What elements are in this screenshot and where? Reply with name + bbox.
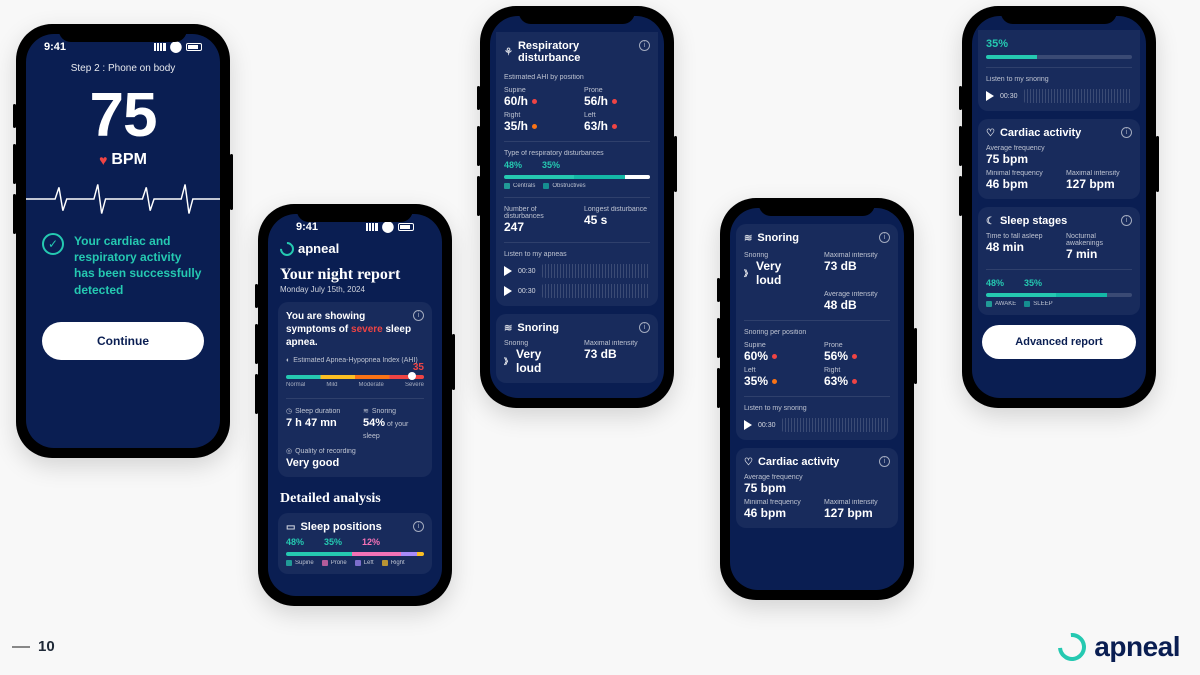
info-icon[interactable]: i	[879, 456, 890, 467]
play-icon[interactable]	[504, 286, 512, 296]
detailed-title: Detailed analysis	[278, 485, 432, 513]
snoring-bar	[986, 55, 1132, 59]
battery-icon	[398, 223, 414, 231]
ahi-by-position: Supine60/h Prone56/h Right35/h Left63/h	[504, 87, 650, 133]
symptom-text: You are showing symptoms of severe sleep…	[286, 310, 424, 349]
confirmation: ✓ Your cardiac and respiratory activity …	[26, 223, 220, 308]
disturbance-type-bar	[504, 175, 650, 179]
play-icon[interactable]	[504, 266, 512, 276]
snore-icon: ≋	[744, 233, 752, 244]
phone-2: 9:41 ⬤ apneal Your night report Monday J…	[258, 204, 452, 606]
stat-quality: ◎Quality of recordingVery good	[286, 447, 424, 469]
play-icon[interactable]	[986, 91, 994, 101]
audio-player[interactable]: 00:30	[504, 264, 650, 278]
brand-footer: apneal	[1058, 631, 1180, 663]
brand-name: apneal	[1094, 631, 1180, 663]
ahi-ticks: NormalMildModerateSevere	[286, 382, 424, 388]
info-icon[interactable]: i	[1121, 127, 1132, 138]
step-label: Step 2 : Phone on body	[26, 63, 220, 74]
snore-icon: ≋	[363, 407, 369, 415]
respiratory-card: i ⚘Respiratory disturbance Estimated AHI…	[496, 32, 658, 306]
audio-player[interactable]: 00:30	[986, 89, 1132, 103]
battery-icon	[186, 43, 202, 51]
positions-legend: Supine Prone Left Right	[286, 560, 424, 566]
signal-icon	[366, 223, 378, 231]
stat-snoring: ≋Snoring54% of your sleep	[363, 407, 424, 441]
confirmation-text: Your cardiac and respiratory activity ha…	[74, 233, 204, 298]
snoring-card: i ≋Snoring Snoring》Very loud Maximal int…	[736, 224, 898, 440]
ahi-bar	[286, 375, 424, 379]
ecg-waveform	[26, 175, 220, 223]
brand-logo-icon	[1053, 627, 1092, 666]
phone-4: i ≋Snoring Snoring》Very loud Maximal int…	[720, 198, 914, 600]
info-icon[interactable]: i	[639, 322, 650, 333]
waveform	[782, 418, 890, 432]
sound-icon: 》	[744, 268, 752, 279]
positions-card: i ▭Sleep positions 48% 35% 12% Supine Pr…	[278, 513, 432, 574]
phone-1: 9:41 ⬤ Step 2 : Phone on body 75 ♥BPM ✓ …	[16, 24, 230, 458]
heart-icon: ♥	[99, 152, 107, 168]
positions-bar	[286, 552, 424, 556]
stages-bar	[986, 293, 1132, 297]
stages-card: i ☾Sleep stages Time to fall asleep48 mi…	[978, 207, 1140, 315]
continue-button[interactable]: Continue	[42, 322, 204, 360]
snore-icon: ≋	[504, 323, 512, 334]
summary-card: i You are showing symptoms of severe sle…	[278, 302, 432, 477]
audio-player[interactable]: 00:30	[504, 284, 650, 298]
info-icon[interactable]: i	[413, 521, 424, 532]
play-icon[interactable]	[744, 420, 752, 430]
info-icon[interactable]: i	[1121, 215, 1132, 226]
heart-icon: ♡	[744, 457, 753, 468]
quality-icon: ◎	[286, 447, 292, 455]
audio-player[interactable]: 00:30	[744, 418, 890, 432]
status-time: 9:41	[44, 41, 66, 53]
phone-3: i ⚘Respiratory disturbance Estimated AHI…	[480, 6, 674, 408]
page-number: 10	[12, 638, 55, 655]
report-date: Monday July 15th, 2024	[278, 285, 432, 302]
signal-icon	[154, 43, 166, 51]
advanced-report-button[interactable]: Advanced report	[982, 325, 1136, 359]
stat-duration: ◷Sleep duration7 h 47 mn	[286, 407, 347, 441]
lungs-icon: ⚘	[504, 47, 513, 58]
bpm-value: 75	[26, 80, 220, 151]
cardiac-card: i ♡Cardiac activity Average frequency75 …	[978, 119, 1140, 199]
gauge-icon: ◐	[286, 357, 290, 364]
page-title: Your night report	[278, 258, 432, 285]
check-circle-icon: ✓	[42, 233, 64, 255]
brand-logo-icon	[277, 239, 297, 259]
waveform	[542, 264, 650, 278]
snoring-card: i ≋Snoring Snoring》Very loud Maximal int…	[496, 314, 658, 383]
sound-icon: 》	[504, 356, 512, 367]
info-icon[interactable]: i	[639, 40, 650, 51]
brand: apneal	[278, 235, 432, 258]
cardiac-card: i ♡Cardiac activity Average frequency75 …	[736, 448, 898, 528]
info-icon[interactable]: i	[879, 232, 890, 243]
clock-icon: ◷	[286, 407, 292, 415]
phone-5: 35% Listen to my snoring 00:30 i ♡Cardia…	[962, 6, 1156, 408]
info-icon[interactable]: i	[413, 310, 424, 321]
waveform	[1024, 89, 1132, 103]
heart-icon: ♡	[986, 128, 995, 139]
moon-icon: ☾	[986, 216, 995, 227]
snoring-tail-card: 35% Listen to my snoring 00:30	[978, 30, 1140, 111]
bed-icon: ▭	[286, 522, 295, 533]
waveform	[542, 284, 650, 298]
ahi-label: ◐Estimated Apnea-Hypopnea Index (AHI)	[286, 357, 424, 364]
bpm-label: ♥BPM	[26, 151, 220, 169]
